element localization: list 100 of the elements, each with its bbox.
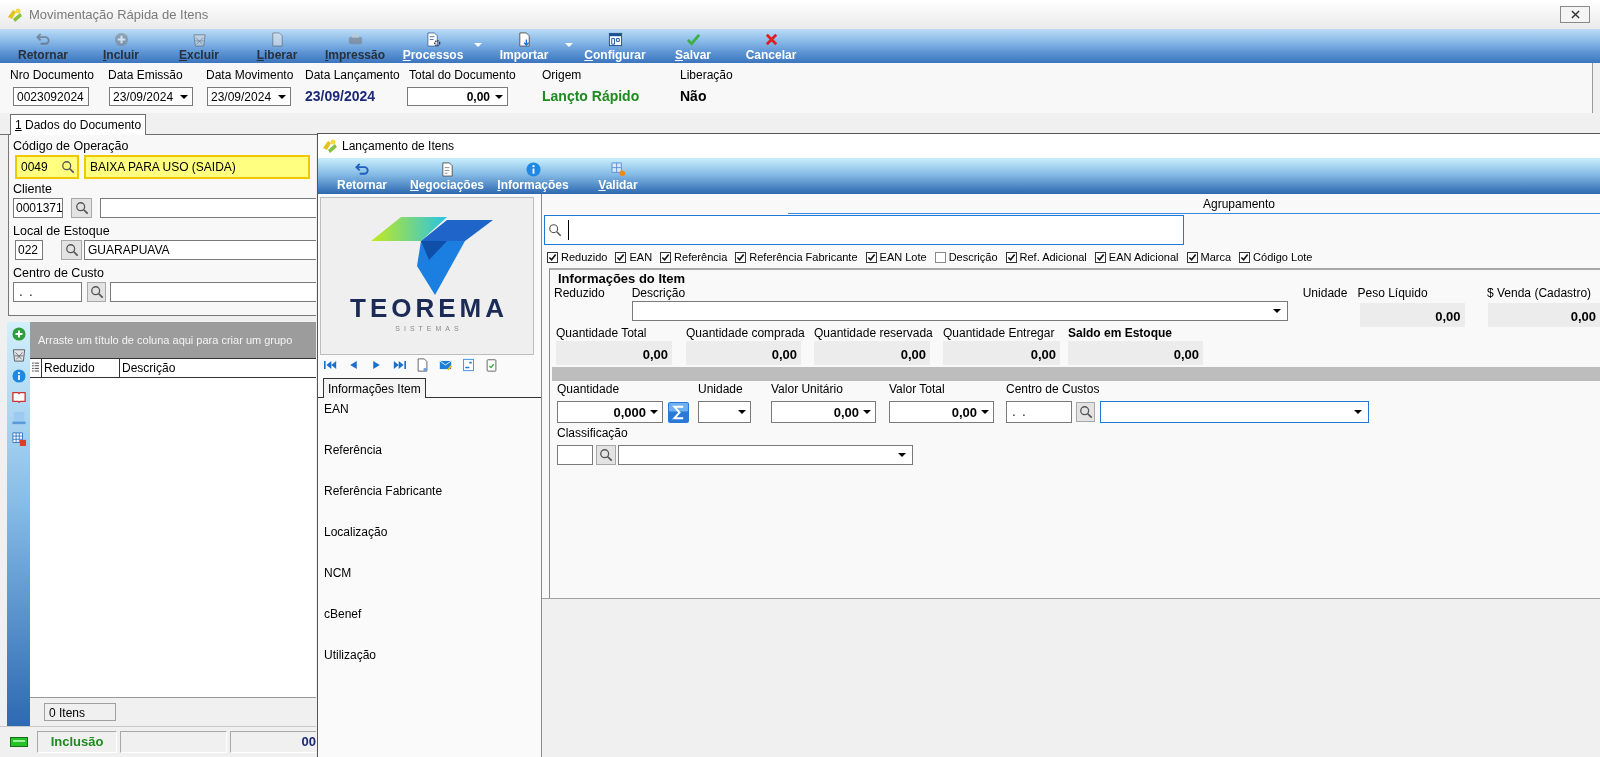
checkbox[interactable] bbox=[865, 251, 877, 263]
code-field[interactable]: . . bbox=[13, 282, 82, 302]
group-by-hint: Arraste um título de coluna aqui para criar um grupo bbox=[30, 321, 316, 358]
app-icon bbox=[7, 6, 23, 23]
checkbox[interactable] bbox=[615, 251, 627, 263]
code-field[interactable]: 0049 bbox=[15, 155, 79, 179]
checkbox-label[interactable]: Descrição bbox=[948, 251, 998, 263]
toolbar-button[interactable]: Cancelar bbox=[732, 29, 810, 63]
column-header[interactable]: Reduzido bbox=[42, 358, 120, 377]
quantity-value: 0,00 bbox=[814, 341, 930, 365]
caret-icon bbox=[278, 94, 286, 99]
sigma-icon[interactable] bbox=[668, 401, 689, 423]
checkbox-label[interactable]: EAN Adicional bbox=[1108, 251, 1179, 263]
field-label: Cliente bbox=[13, 182, 53, 197]
close-button[interactable] bbox=[1560, 6, 1590, 23]
text-field[interactable]: 0023092024 bbox=[13, 87, 89, 106]
toolbar-button[interactable]: Processos bbox=[394, 29, 485, 63]
panel-title: Informações do Item bbox=[558, 271, 686, 286]
checkbox-label[interactable]: Referência Fabricante bbox=[749, 251, 858, 263]
checkbox[interactable] bbox=[1094, 251, 1106, 263]
cost-center-combo[interactable] bbox=[1100, 401, 1369, 423]
date-field[interactable]: 23/09/2024 bbox=[207, 87, 291, 106]
grid-icon[interactable] bbox=[11, 431, 26, 446]
last-record-icon[interactable] bbox=[393, 360, 406, 370]
toolbar-button[interactable]: Configurar bbox=[576, 29, 654, 63]
checkbox[interactable] bbox=[660, 251, 672, 263]
field-label: Data Movimento bbox=[206, 68, 295, 83]
tab[interactable]: 1 Dados do Documento bbox=[10, 114, 147, 135]
description-field[interactable] bbox=[100, 198, 316, 218]
search-icon bbox=[548, 223, 562, 237]
search-button[interactable] bbox=[87, 282, 106, 302]
document-icon bbox=[269, 32, 285, 47]
caret-icon bbox=[1354, 410, 1362, 414]
search-button[interactable] bbox=[596, 445, 616, 465]
caret-icon bbox=[898, 453, 906, 457]
field-value: Não bbox=[680, 87, 708, 106]
field-label: Unidade bbox=[1302, 286, 1349, 300]
search-icon[interactable] bbox=[61, 160, 75, 174]
first-record-icon[interactable] bbox=[324, 360, 337, 370]
classification-combo[interactable] bbox=[618, 445, 913, 465]
caret-icon bbox=[981, 410, 989, 414]
book-icon[interactable] bbox=[11, 389, 26, 404]
search-button[interactable] bbox=[71, 198, 92, 218]
checkbox[interactable] bbox=[934, 251, 946, 263]
clipboard-check-icon[interactable] bbox=[485, 358, 498, 372]
field-label: Reduzido bbox=[554, 286, 606, 300]
dialog-title: Lançamento de Itens bbox=[342, 139, 455, 153]
checkbox[interactable] bbox=[1005, 251, 1017, 263]
info-icon[interactable] bbox=[11, 368, 26, 383]
envelope-icon[interactable] bbox=[439, 358, 452, 372]
checkmark-icon bbox=[685, 32, 701, 47]
checkbox-label[interactable]: EAN bbox=[629, 251, 653, 263]
toolbar-button[interactable]: Informações bbox=[490, 158, 576, 194]
checkbox-label[interactable]: Marca bbox=[1200, 251, 1232, 263]
search-button[interactable] bbox=[1076, 402, 1095, 422]
unit-price-field[interactable]: 0,00 bbox=[771, 401, 876, 423]
total-field[interactable]: 0,00 bbox=[889, 401, 994, 423]
classification-code-field[interactable] bbox=[557, 445, 593, 465]
trash-icon[interactable] bbox=[11, 347, 26, 362]
code-field[interactable]: 022 bbox=[15, 240, 43, 260]
search-icon bbox=[599, 448, 613, 462]
checkbox-label[interactable]: EAN Lote bbox=[879, 251, 927, 263]
status-total: 00 bbox=[230, 731, 316, 754]
column-header[interactable]: Descrição bbox=[120, 358, 316, 377]
caret-icon bbox=[180, 94, 188, 99]
info-field-label: NCM bbox=[324, 565, 352, 581]
checkbox[interactable] bbox=[547, 251, 558, 263]
description-field[interactable]: BAIXA PARA USO (SAIDA) bbox=[84, 155, 310, 179]
info-field-label: cBenef bbox=[324, 606, 362, 622]
description-field[interactable] bbox=[110, 282, 316, 302]
checkbox[interactable] bbox=[735, 251, 747, 263]
toolbar-button[interactable]: Salvar bbox=[654, 29, 732, 63]
description-field[interactable]: GUARAPUAVA bbox=[84, 240, 316, 260]
toolbar-button[interactable]: Importar bbox=[485, 29, 576, 63]
status-mode: Inclusão bbox=[37, 731, 117, 754]
checkbox[interactable] bbox=[1186, 251, 1198, 263]
field-label: Peso Líquido bbox=[1357, 286, 1429, 300]
tab[interactable]: Informações Item bbox=[323, 378, 426, 398]
code-field[interactable]: 0001371 bbox=[13, 198, 63, 218]
checkbox-label[interactable]: Código Lote bbox=[1253, 251, 1313, 263]
cost-center-code-field[interactable]: . . bbox=[1006, 401, 1072, 423]
checkbox-label[interactable]: Ref. Adicional bbox=[1019, 251, 1087, 263]
amount-field[interactable]: 0,00 bbox=[407, 87, 508, 106]
checkbox[interactable] bbox=[1239, 251, 1251, 263]
toolbar-button[interactable]: Negociações bbox=[404, 158, 490, 194]
checkbox-label[interactable]: Referência bbox=[674, 251, 728, 263]
plus-circle-icon bbox=[113, 32, 129, 47]
date-field[interactable]: 23/09/2024 bbox=[109, 87, 193, 106]
checkbox-label[interactable]: Reduzido bbox=[561, 251, 608, 263]
quantity-field[interactable]: 0,000 bbox=[557, 401, 663, 423]
unit-combo[interactable] bbox=[698, 401, 751, 423]
search-button[interactable] bbox=[61, 240, 82, 260]
caret-icon bbox=[863, 410, 871, 414]
search-field[interactable] bbox=[544, 215, 1184, 245]
toolbar-button[interactable]: Validar bbox=[576, 158, 660, 194]
plus-circle-icon[interactable] bbox=[11, 326, 26, 341]
document-icon[interactable] bbox=[416, 358, 429, 372]
field-label: Origem bbox=[542, 68, 583, 83]
document-icon[interactable] bbox=[462, 358, 475, 372]
description-combo[interactable] bbox=[631, 301, 1288, 321]
